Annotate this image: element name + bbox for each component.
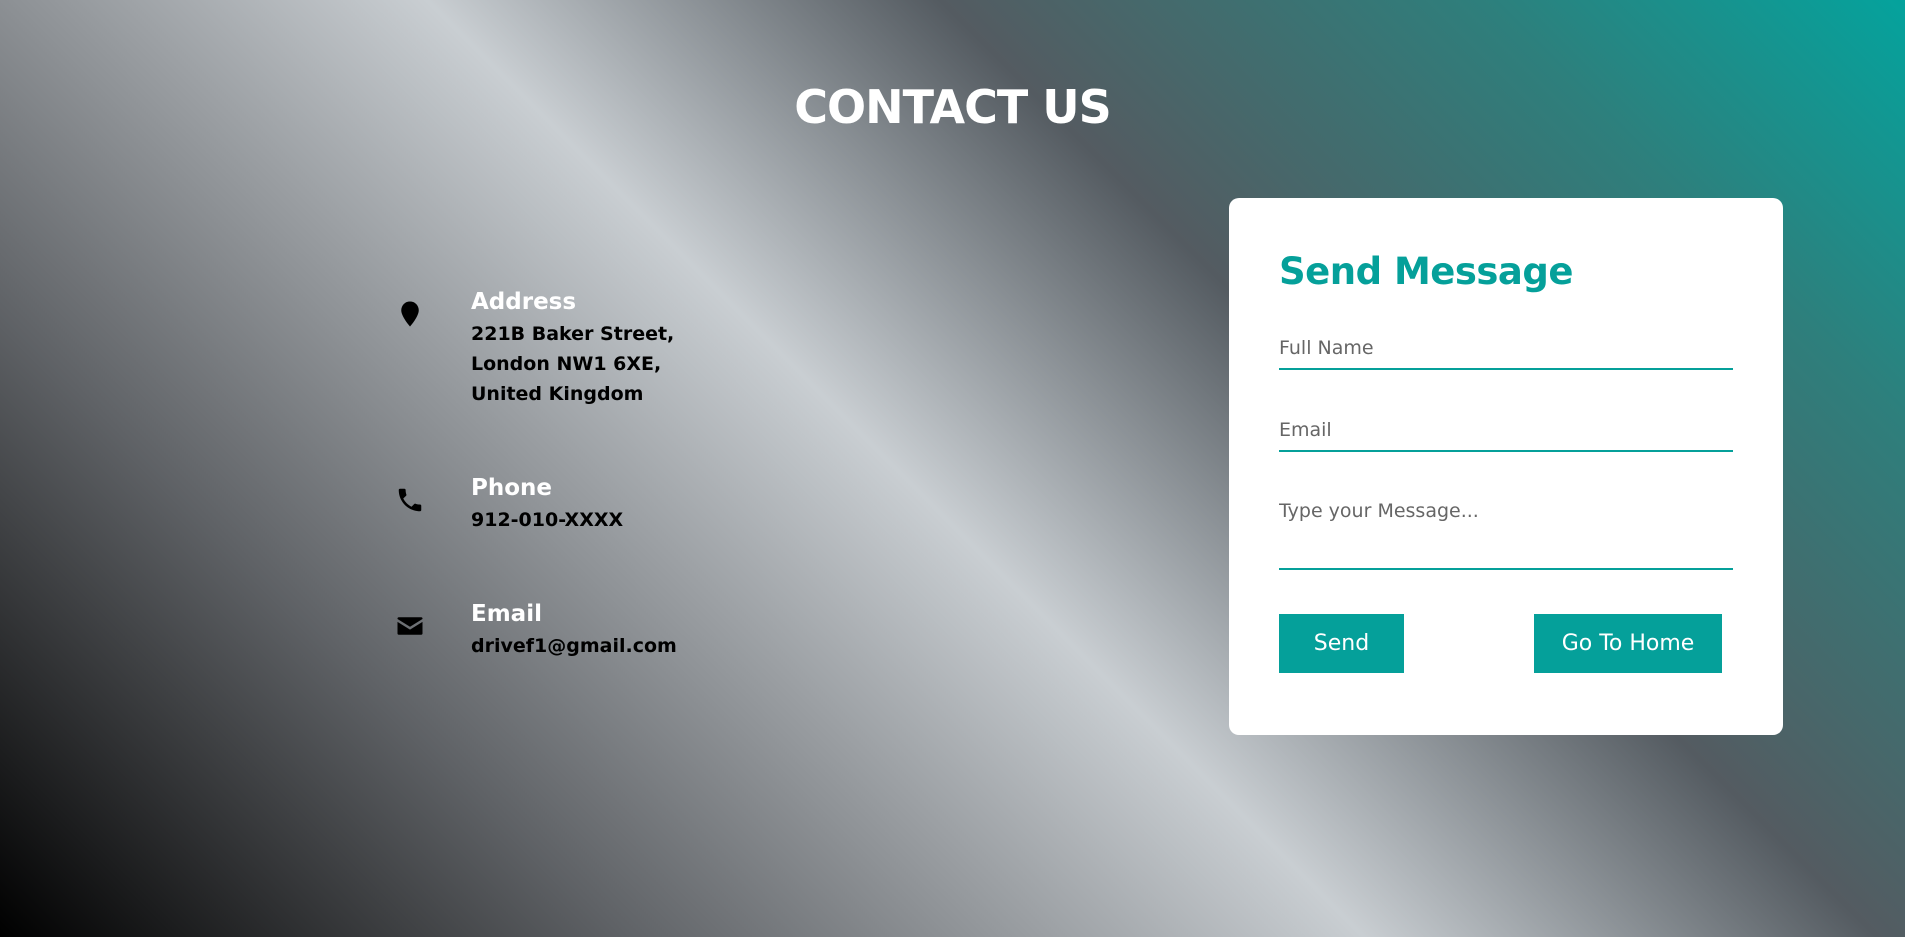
email-text: Email drivef1@gmail.com (471, 597, 677, 661)
envelope-icon (395, 611, 425, 641)
map-pin-icon (395, 299, 425, 329)
send-message-form: Send Message Send Go To Home (1229, 198, 1783, 735)
form-title: Send Message (1279, 250, 1573, 293)
phone-icon (395, 485, 425, 515)
message-textarea[interactable] (1279, 496, 1733, 570)
phone-text: Phone 912-010-XXXX (471, 471, 623, 535)
contact-info-email: Email drivef1@gmail.com (395, 597, 895, 661)
form-button-row: Send Go To Home (1279, 614, 1733, 673)
phone-heading: Phone (471, 475, 553, 501)
contact-info-phone: Phone 912-010-XXXX (395, 471, 895, 535)
contact-info-address: Address 221B Baker Street, London NW1 6X… (395, 285, 895, 409)
send-button[interactable]: Send (1279, 614, 1404, 673)
contact-info-list: Address 221B Baker Street, London NW1 6X… (395, 285, 895, 723)
phone-value: 912-010-XXXX (471, 509, 624, 531)
email-value: drivef1@gmail.com (471, 635, 677, 657)
contact-page: CONTACT US Address 221B Baker Street, Lo… (0, 0, 1905, 937)
go-to-home-button[interactable]: Go To Home (1534, 614, 1722, 673)
address-heading: Address (471, 289, 577, 315)
address-value: 221B Baker Street, London NW1 6XE, Unite… (471, 323, 675, 405)
email-input[interactable] (1279, 414, 1733, 452)
email-heading: Email (471, 601, 542, 627)
page-title: CONTACT US (794, 80, 1111, 134)
address-text: Address 221B Baker Street, London NW1 6X… (471, 285, 674, 409)
full-name-input[interactable] (1279, 332, 1733, 370)
